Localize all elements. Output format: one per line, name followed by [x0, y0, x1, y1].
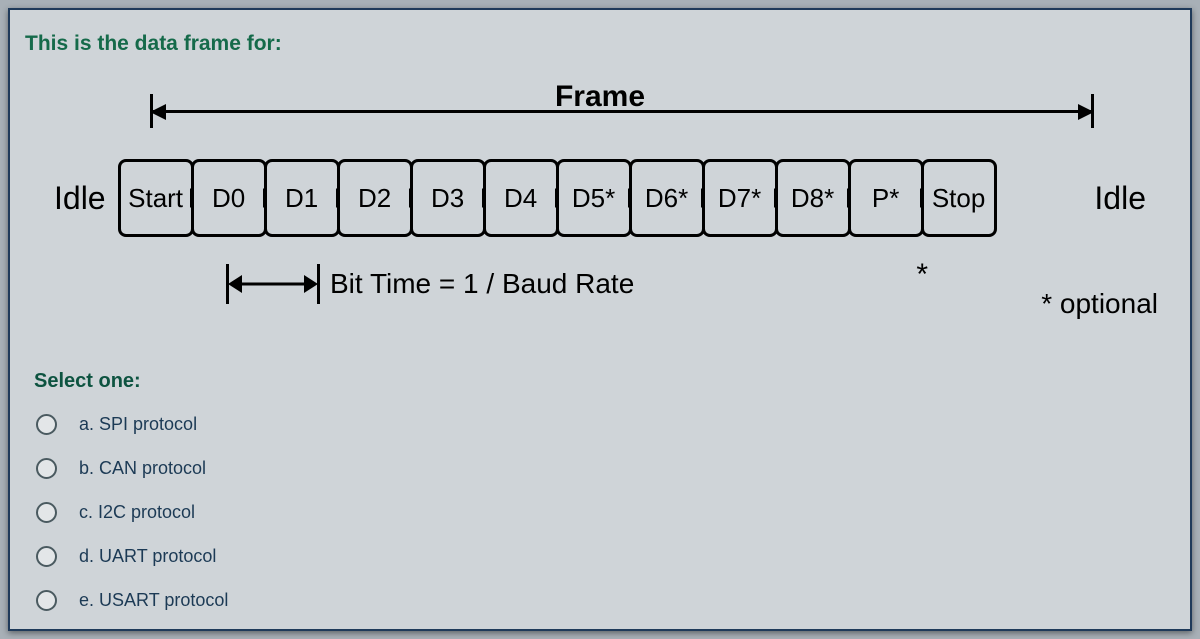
frame-dimension-line: [150, 100, 1094, 124]
optional-note: * optional: [1041, 288, 1158, 320]
bit-cell-d1: D1: [264, 159, 340, 237]
bit-cell-d2: D2: [337, 159, 413, 237]
bit-time-arrow-icon: [228, 270, 318, 298]
asterisk-marker: *: [916, 258, 928, 292]
idle-right-label: Idle: [1082, 180, 1158, 217]
bit-track: Idle Start D0 D1 D2 D3 D4 D5* D6* D7* D8…: [42, 148, 1158, 248]
bit-cell-d8: D8*: [775, 159, 851, 237]
bit-cell-d4: D4: [483, 159, 559, 237]
radio-icon[interactable]: [36, 502, 57, 523]
option-d[interactable]: d. UART protocol: [36, 534, 228, 578]
option-label: c. I2C protocol: [79, 502, 195, 523]
option-e[interactable]: e. USART protocol: [36, 578, 228, 622]
radio-icon[interactable]: [36, 590, 57, 611]
bit-cell-stop: Stop: [921, 159, 997, 237]
bit-time-label: Bit Time = 1 / Baud Rate: [330, 268, 634, 300]
bit-cell-d5: D5*: [556, 159, 632, 237]
option-b[interactable]: b. CAN protocol: [36, 446, 228, 490]
option-label: e. USART protocol: [79, 590, 228, 611]
option-label: d. UART protocol: [79, 546, 216, 567]
option-c[interactable]: c. I2C protocol: [36, 490, 228, 534]
answer-options: a. SPI protocol b. CAN protocol c. I2C p…: [36, 402, 228, 622]
option-label: b. CAN protocol: [79, 458, 206, 479]
bit-cell-d3: D3: [410, 159, 486, 237]
radio-icon[interactable]: [36, 414, 57, 435]
radio-icon[interactable]: [36, 458, 57, 479]
option-a[interactable]: a. SPI protocol: [36, 402, 228, 446]
bit-cells: Start D0 D1 D2 D3 D4 D5* D6* D7* D8* P* …: [118, 148, 1083, 248]
question-text: This is the data frame for:: [25, 32, 282, 56]
idle-left-label: Idle: [42, 180, 118, 217]
radio-icon[interactable]: [36, 546, 57, 567]
select-one-label: Select one:: [34, 370, 141, 393]
bit-cell-d0: D0: [191, 159, 267, 237]
bit-cell-p: P*: [848, 159, 924, 237]
bit-cell-d7: D7*: [702, 159, 778, 237]
bit-cell-d6: D6*: [629, 159, 705, 237]
bit-cell-start: Start: [118, 159, 194, 237]
option-label: a. SPI protocol: [79, 414, 197, 435]
frame-diagram: Frame Idle Start D0 D1 D2 D3 D4 D5* D6* …: [42, 70, 1158, 350]
question-card: This is the data frame for: Frame Idle S…: [8, 8, 1192, 631]
bit-time-row: Bit Time = 1 / Baud Rate: [228, 268, 634, 300]
